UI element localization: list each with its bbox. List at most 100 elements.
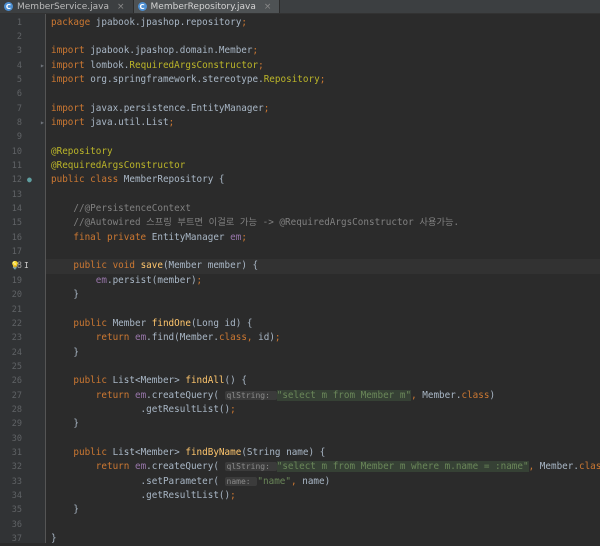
text-cursor-icon[interactable]: I [24,259,29,273]
code-line[interactable]: final private EntityManager em; [46,231,600,245]
code-text: import javax.persistence.EntityManager; [51,102,269,116]
code-line[interactable]: package jpabook.jpashop.repository; [46,16,600,30]
code-line[interactable]: return em.createQuery( qlString: "select… [46,389,600,403]
code-line[interactable]: import lombok.RequiredArgsConstructor; [46,59,600,73]
tab-label: MemberService.java [17,1,109,12]
code-line[interactable]: import jpabook.jpashop.domain.Member; [46,44,600,58]
line-number: 4 [16,60,22,71]
close-icon[interactable]: × [117,2,125,12]
code-line[interactable] [46,30,600,44]
tab-member-service[interactable]: C MemberService.java × [0,0,134,13]
fold-icon[interactable]: ▸ [40,59,45,73]
code-line[interactable]: public Member findOne(Long id) { [46,317,600,331]
code-line[interactable]: return em.find(Member.class, id); [46,331,600,345]
code-token: import [51,73,91,85]
code-token: //@Autowired 스프링 부트면 이걸로 가능 -> @Required… [51,217,460,229]
code-line[interactable]: .getResultList(); [46,403,600,417]
code-text: } [51,288,79,302]
code-token: , [411,389,423,401]
code-token: MemberRepository { [123,174,225,186]
code-text: } [51,346,79,360]
code-line[interactable] [46,130,600,144]
code-text: public class MemberRepository { [51,173,225,187]
code-token: jpabook.jpashop.domain.Member [90,45,253,57]
code-line[interactable]: } [46,288,600,302]
class-icon: C [4,2,13,11]
code-line[interactable] [46,188,600,202]
code-token: import [51,59,91,71]
line-number: 31 [11,448,22,458]
code-line[interactable]: .setParameter( name: "name", name) [46,475,600,489]
code-token: class [578,461,600,473]
code-line[interactable]: public List<Member> findByName(String na… [46,446,600,460]
code-text: import java.util.List; [51,116,174,130]
code-line[interactable]: } [46,532,600,546]
code-line[interactable]: @Repository [46,145,600,159]
code-area[interactable]: package jpabook.jpashop.repository; impor… [10,14,600,546]
code-line[interactable]: .getResultList(); [46,489,600,503]
code-token: "select m from Member m where m.name = :… [276,461,529,473]
tab-label: MemberRepository.java [150,1,256,12]
code-line[interactable]: public class MemberRepository { [46,173,600,187]
code-token: lombok. [90,59,130,71]
code-line[interactable]: import org.springframework.stereotype.Re… [46,73,600,87]
code-line[interactable]: em.persist(member); [46,274,600,288]
close-icon[interactable]: × [264,2,272,12]
code-token: findOne [151,317,191,329]
code-line[interactable]: import java.util.List; [46,116,600,130]
line-number: 33 [11,476,22,487]
code-text: } [51,532,57,546]
code-token: Member [112,317,152,329]
line-number: 11 [11,161,22,171]
code-text: public List<Member> findByName(String na… [51,446,325,460]
code-token: (Long id) { [190,317,253,329]
code-token: Member. [422,389,462,401]
line-number: 25 [11,361,22,372]
code-line[interactable]: } [46,417,600,431]
code-line[interactable]: public List<Member> findAll() { [46,374,600,388]
line-number: 2 [16,31,22,42]
code-token: java.util.List [90,116,169,128]
code-line[interactable]: //@Autowired 스프링 부트면 이걸로 가능 -> @Required… [46,216,600,230]
code-line[interactable] [46,360,600,374]
code-line[interactable] [46,432,600,446]
code-line[interactable]: @RequiredArgsConstructor [46,159,600,173]
code-token: RequiredArgsConstructor [129,59,259,71]
code-editor[interactable]: 1 2 3 4 ▸ 5 6 7 8 ▸ 9 10 11 12 ● 13 14 15 16 17 18 I 19 20 21 22 2… [0,14,600,546]
lightbulb-icon[interactable]: 💡 [10,259,20,273]
code-token: ; [196,274,203,286]
code-token: } [51,504,79,516]
code-token: "name" [257,475,292,487]
line-number: 29 [11,419,22,430]
tab-member-repository[interactable]: C MemberRepository.java × [133,0,281,13]
code-line[interactable]: } [46,346,600,360]
code-line[interactable]: return em.createQuery( qlString: "select… [46,460,600,474]
code-line[interactable]: } [46,503,600,517]
line-number-gutter[interactable]: 1 2 3 4 ▸ 5 6 7 8 ▸ 9 10 11 12 ● 13 14 15 16 17 18 I 19 20 21 22 2… [0,14,46,544]
code-token: @Repository [51,145,113,157]
code-text: import jpabook.jpashop.domain.Member; [51,44,258,58]
code-text: .getResultList(); [51,403,236,417]
code-token: @RequiredArgsConstructor [51,160,186,171]
code-line[interactable] [46,245,600,259]
code-line[interactable]: import javax.persistence.EntityManager; [46,102,600,116]
code-line[interactable] [46,87,600,101]
code-line[interactable] [46,518,600,532]
editor-tab-bar: C MemberService.java × C MemberRepositor… [0,0,600,14]
code-token: .setParameter( [51,475,225,487]
bean-icon[interactable]: ● [27,173,32,187]
code-text: } [51,417,79,431]
code-text: @Repository [51,145,113,159]
code-line[interactable] [46,303,600,317]
code-token: em [134,332,147,344]
line-number: 15 [11,218,22,229]
code-token: class, [218,332,259,344]
code-line[interactable]: public void save(Member member) { 💡 [10,259,600,274]
line-number: 30 [11,433,22,444]
fold-icon[interactable]: ▸ [40,116,45,130]
line-number: 10 [11,146,22,157]
code-token: } [51,533,57,545]
code-text: } [51,503,79,517]
code-text: public void save(Member member) { [51,259,258,273]
code-line[interactable]: //@PersistenceContext [46,202,600,216]
